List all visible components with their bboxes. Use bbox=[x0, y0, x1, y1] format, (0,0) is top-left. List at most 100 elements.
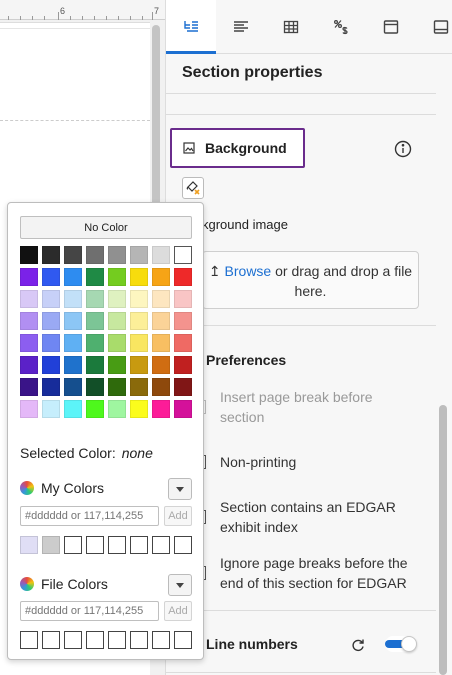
color-swatch[interactable] bbox=[42, 290, 60, 308]
my-color-swatch[interactable] bbox=[42, 536, 60, 554]
tab-table[interactable] bbox=[266, 0, 316, 54]
my-colors-dropdown-button[interactable] bbox=[168, 478, 192, 500]
empty-color-slot[interactable] bbox=[64, 536, 82, 554]
color-swatch[interactable] bbox=[20, 268, 38, 286]
tab-outline[interactable] bbox=[166, 0, 216, 54]
color-swatch[interactable] bbox=[152, 378, 170, 396]
empty-color-slot[interactable] bbox=[86, 631, 104, 649]
line-numbers-toggle[interactable] bbox=[385, 636, 417, 652]
color-swatch[interactable] bbox=[42, 246, 60, 264]
empty-color-slot[interactable] bbox=[130, 536, 148, 554]
color-swatch[interactable] bbox=[20, 356, 38, 374]
empty-color-slot[interactable] bbox=[174, 631, 192, 649]
color-swatch[interactable] bbox=[174, 290, 192, 308]
no-color-button[interactable]: No Color bbox=[20, 216, 192, 239]
file-colors-add-button[interactable]: Add bbox=[164, 601, 192, 621]
color-swatch[interactable] bbox=[174, 246, 192, 264]
color-swatch[interactable] bbox=[130, 400, 148, 418]
color-swatch[interactable] bbox=[152, 400, 170, 418]
color-swatch[interactable] bbox=[174, 378, 192, 396]
color-swatch[interactable] bbox=[64, 268, 82, 286]
color-swatch[interactable] bbox=[130, 378, 148, 396]
color-swatch[interactable] bbox=[20, 290, 38, 308]
empty-color-slot[interactable] bbox=[108, 631, 126, 649]
color-swatch[interactable] bbox=[130, 356, 148, 374]
clear-color-button[interactable] bbox=[182, 177, 204, 199]
color-swatch[interactable] bbox=[108, 290, 126, 308]
empty-color-slot[interactable] bbox=[64, 631, 82, 649]
empty-color-slot[interactable] bbox=[86, 536, 104, 554]
tab-page-setup[interactable] bbox=[366, 0, 416, 54]
color-swatch[interactable] bbox=[174, 268, 192, 286]
color-swatch[interactable] bbox=[130, 312, 148, 330]
file-colors-hex-input[interactable] bbox=[20, 601, 159, 621]
color-swatch[interactable] bbox=[174, 334, 192, 352]
my-colors-hex-input[interactable] bbox=[20, 506, 159, 526]
color-swatch[interactable] bbox=[108, 334, 126, 352]
color-swatch[interactable] bbox=[174, 356, 192, 374]
empty-color-slot[interactable] bbox=[174, 536, 192, 554]
color-swatch[interactable] bbox=[152, 290, 170, 308]
my-color-swatch[interactable] bbox=[20, 536, 38, 554]
color-swatch[interactable] bbox=[64, 312, 82, 330]
color-swatch[interactable] bbox=[20, 334, 38, 352]
color-swatch[interactable] bbox=[130, 268, 148, 286]
color-swatch[interactable] bbox=[42, 378, 60, 396]
color-swatch[interactable] bbox=[152, 268, 170, 286]
color-swatch[interactable] bbox=[86, 400, 104, 418]
color-swatch[interactable] bbox=[152, 334, 170, 352]
color-swatch[interactable] bbox=[20, 312, 38, 330]
panel-scrollbar[interactable] bbox=[439, 405, 447, 675]
color-swatch[interactable] bbox=[108, 246, 126, 264]
color-swatch[interactable] bbox=[108, 356, 126, 374]
empty-color-slot[interactable] bbox=[20, 631, 38, 649]
my-colors-add-button[interactable]: Add bbox=[164, 506, 192, 526]
color-swatch[interactable] bbox=[42, 312, 60, 330]
color-swatch[interactable] bbox=[42, 356, 60, 374]
reset-icon[interactable] bbox=[350, 637, 366, 653]
empty-color-slot[interactable] bbox=[152, 536, 170, 554]
color-swatch[interactable] bbox=[64, 378, 82, 396]
color-swatch[interactable] bbox=[42, 334, 60, 352]
file-colors-dropdown-button[interactable] bbox=[168, 574, 192, 596]
color-swatch[interactable] bbox=[64, 290, 82, 308]
color-swatch[interactable] bbox=[108, 268, 126, 286]
color-swatch[interactable] bbox=[20, 378, 38, 396]
tab-paragraph[interactable] bbox=[216, 0, 266, 54]
color-swatch[interactable] bbox=[108, 312, 126, 330]
color-swatch[interactable] bbox=[174, 312, 192, 330]
color-swatch[interactable] bbox=[64, 400, 82, 418]
background-image-dropzone[interactable]: ↥ Browse or drag and drop a file here. bbox=[202, 251, 419, 309]
color-swatch[interactable] bbox=[86, 268, 104, 286]
empty-color-slot[interactable] bbox=[130, 631, 148, 649]
color-swatch[interactable] bbox=[42, 400, 60, 418]
color-swatch[interactable] bbox=[130, 246, 148, 264]
empty-color-slot[interactable] bbox=[42, 631, 60, 649]
color-swatch[interactable] bbox=[20, 400, 38, 418]
color-swatch[interactable] bbox=[108, 378, 126, 396]
color-swatch[interactable] bbox=[86, 378, 104, 396]
color-swatch[interactable] bbox=[86, 246, 104, 264]
color-swatch[interactable] bbox=[64, 246, 82, 264]
color-swatch[interactable] bbox=[86, 356, 104, 374]
color-swatch[interactable] bbox=[108, 400, 126, 418]
color-swatch[interactable] bbox=[64, 356, 82, 374]
color-swatch[interactable] bbox=[20, 246, 38, 264]
color-swatch[interactable] bbox=[86, 334, 104, 352]
color-swatch[interactable] bbox=[86, 290, 104, 308]
color-swatch[interactable] bbox=[86, 312, 104, 330]
tab-number-format[interactable] bbox=[316, 0, 366, 54]
empty-color-slot[interactable] bbox=[108, 536, 126, 554]
background-section-header[interactable]: Background bbox=[170, 128, 305, 168]
color-swatch[interactable] bbox=[152, 312, 170, 330]
color-swatch[interactable] bbox=[64, 334, 82, 352]
color-swatch[interactable] bbox=[130, 334, 148, 352]
tab-panel[interactable] bbox=[416, 0, 452, 54]
color-swatch[interactable] bbox=[152, 246, 170, 264]
color-swatch[interactable] bbox=[42, 268, 60, 286]
empty-color-slot[interactable] bbox=[152, 631, 170, 649]
info-icon[interactable] bbox=[394, 140, 412, 158]
color-swatch[interactable] bbox=[174, 400, 192, 418]
color-swatch[interactable] bbox=[130, 290, 148, 308]
color-swatch[interactable] bbox=[152, 356, 170, 374]
